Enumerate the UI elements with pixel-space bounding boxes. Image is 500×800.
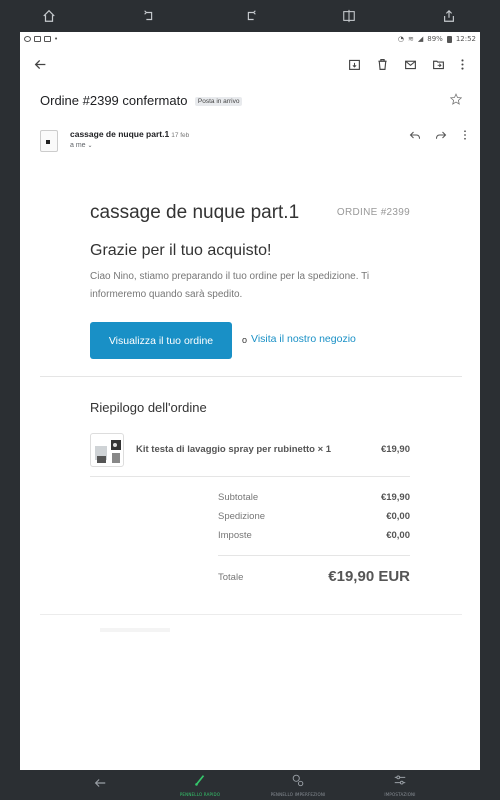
total-label: Totale <box>218 572 244 583</box>
recipient-text: a me <box>70 142 86 149</box>
chevron-down-icon: ⌄ <box>87 143 93 149</box>
archive-icon[interactable] <box>346 56 362 72</box>
mail-icon[interactable] <box>402 56 418 72</box>
home-icon[interactable] <box>38 6 60 26</box>
shipping-row: Spedizione €0,00 <box>218 509 410 528</box>
whatsapp-icon <box>24 36 31 42</box>
gallery-icon <box>44 36 51 42</box>
image-icon <box>34 36 41 42</box>
notification-icons: • <box>24 35 58 43</box>
tool-settings[interactable]: IMPOSTAZIONI <box>360 773 440 797</box>
taxes-row: Imposte €0,00 <box>218 528 410 547</box>
brush-icon <box>195 775 205 786</box>
email-body: cassage de nuque part.1 ORDINE #2399 Gra… <box>90 202 410 360</box>
email-date: 17 feb <box>171 132 190 139</box>
forward-icon[interactable] <box>434 128 448 142</box>
cta-row: Visualizza il tuo ordine o Visita il nos… <box>90 322 410 360</box>
message-more-icon[interactable] <box>458 128 472 142</box>
item-name: Kit testa di lavaggio spray per rubinett… <box>136 444 332 455</box>
item-divider <box>90 476 410 477</box>
subtotal-row: Subtotale €19,90 <box>218 490 410 509</box>
faint-footer-text <box>100 628 170 632</box>
item-price: €19,90 <box>380 444 410 455</box>
back-arrow-icon <box>94 779 106 787</box>
totals-divider <box>218 555 410 556</box>
subject-row: Ordine #2399 confermato Posta in arrivo <box>40 92 470 108</box>
star-icon[interactable] <box>450 93 462 105</box>
sender-avatar <box>40 130 58 152</box>
delete-icon[interactable] <box>374 56 390 72</box>
thanks-heading: Grazie per il tuo acquisto! <box>90 242 272 259</box>
mail-app-bar <box>20 50 480 78</box>
sender-name: cassage de nuque part.1 17 feb <box>70 129 189 139</box>
phone-screen: • ◔ ≋ ◢ 89% 12:52 Ordine #2399 confermat… <box>20 32 480 770</box>
view-order-button[interactable]: Visualizza il tuo ordine <box>90 322 232 359</box>
more-vert-icon[interactable] <box>454 56 470 72</box>
reply-icon[interactable] <box>408 128 422 142</box>
product-thumbnail <box>90 433 124 467</box>
alarm-icon: ◔ <box>397 35 404 43</box>
tool-label: PENNELLO RAPIDO <box>179 792 221 797</box>
shipping-label: Spedizione <box>218 511 266 522</box>
total-row: Totale €19,90 EUR <box>218 566 410 596</box>
tool-label: PENNELLO IMPERFEZIONI <box>270 792 326 797</box>
total-value: €19,90 EUR <box>328 568 410 585</box>
sender-name-text: cassage de nuque part.1 <box>70 129 170 139</box>
taxes-label: Imposte <box>218 530 252 541</box>
shipping-value: €0,00 <box>386 511 410 522</box>
move-to-folder-icon[interactable] <box>430 56 446 72</box>
status-bar: • ◔ ≋ ◢ 89% 12:52 <box>20 32 480 46</box>
sliders-icon <box>394 775 406 785</box>
blemish-icon <box>292 774 304 787</box>
preparation-message: Ciao Nino, stiamo preparando il tuo ordi… <box>90 271 370 300</box>
editor-top-toolbar <box>0 0 500 32</box>
editor-bottom-toolbar: PENNELLO RAPIDO PENNELLO IMPERFEZIONI IM… <box>0 770 500 800</box>
recipient-toggle[interactable]: a me ⌄ <box>70 142 93 149</box>
summary-title: Riepilogo dell'ordine <box>90 400 207 415</box>
or-text: o <box>242 335 248 345</box>
battery-icon <box>446 35 452 43</box>
compare-icon[interactable] <box>338 6 360 26</box>
share-icon[interactable] <box>438 6 460 26</box>
battery-percent: 89% <box>427 35 443 43</box>
footer-divider <box>40 614 462 615</box>
back-button[interactable] <box>60 773 140 790</box>
tool-quick-brush[interactable]: PENNELLO RAPIDO <box>160 773 240 797</box>
order-summary: Riepilogo dell'ordine Kit testa di lavag… <box>90 400 410 467</box>
clock: 12:52 <box>455 35 476 43</box>
dot-icon: • <box>54 35 59 43</box>
back-arrow-icon[interactable] <box>32 56 48 72</box>
section-divider <box>40 376 462 377</box>
inbox-label-chip[interactable]: Posta in arrivo <box>194 97 243 106</box>
undo-icon[interactable] <box>138 6 160 26</box>
sender-row: cassage de nuque part.1 17 feb a me ⌄ <box>40 128 470 162</box>
visit-shop-link[interactable]: Visita il nostro negozio <box>251 333 356 345</box>
subtotal-value: €19,90 <box>380 492 410 503</box>
order-number: ORDINE #2399 <box>336 207 410 218</box>
wifi-icon: ≋ <box>407 35 414 43</box>
order-item-row: Kit testa di lavaggio spray per rubinett… <box>90 433 410 467</box>
taxes-value: €0,00 <box>386 530 410 541</box>
redo-icon[interactable] <box>240 6 262 26</box>
email-subject: Ordine #2399 confermato <box>40 93 188 108</box>
tool-label: IMPOSTAZIONI <box>384 792 416 797</box>
shop-header: cassage de nuque part.1 ORDINE #2399 <box>90 202 410 228</box>
tool-blemish-brush[interactable]: PENNELLO IMPERFEZIONI <box>258 773 338 797</box>
totals-table: Subtotale €19,90 Spedizione €0,00 Impost… <box>218 490 410 596</box>
shop-name: cassage de nuque part.1 <box>90 202 300 223</box>
signal-icon: ◢ <box>417 35 424 43</box>
subtotal-label: Subtotale <box>218 492 259 503</box>
